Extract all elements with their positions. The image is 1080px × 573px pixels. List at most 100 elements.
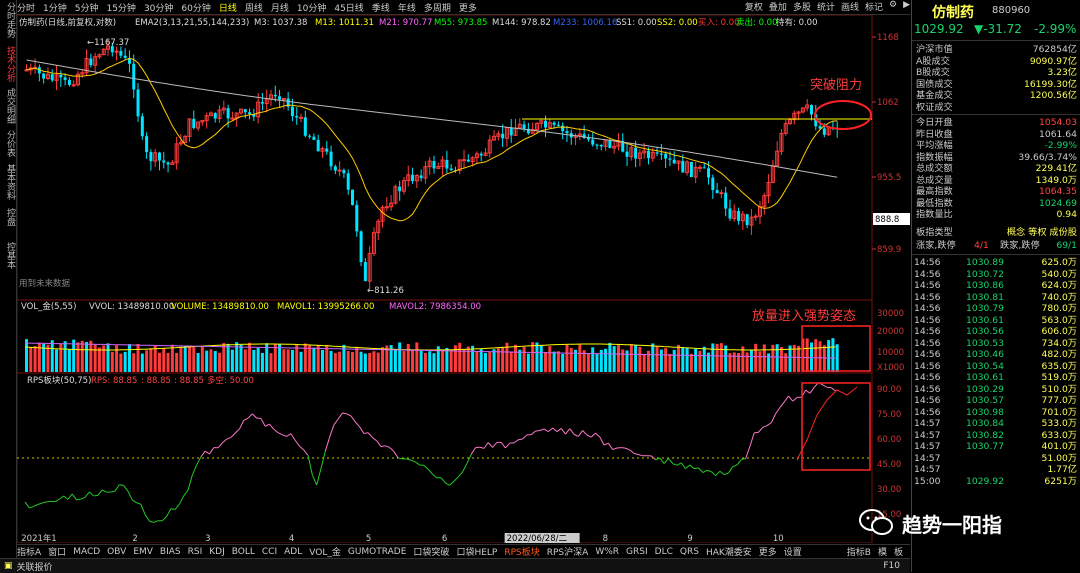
candle-body [342, 170, 345, 173]
stat-label: 权证成交 [916, 102, 953, 114]
left-tab[interactable]: 分价表 [1, 130, 15, 157]
left-tab[interactable]: 基本资料 [1, 164, 15, 200]
period-tab[interactable]: 多周期 [424, 1, 451, 14]
rps-segment [278, 433, 282, 435]
period-tab[interactable]: 更多 [459, 1, 477, 14]
volume-bar [514, 345, 517, 372]
stat-value: 0.94 [1057, 209, 1077, 221]
indicator-tab[interactable]: HAK潮委安 [706, 545, 752, 558]
rps-segment [167, 509, 171, 517]
indicator-tab[interactable]: 更多 [759, 545, 777, 558]
period-tab[interactable]: 周线 [245, 1, 263, 14]
candle-body [501, 134, 504, 138]
period-tab[interactable]: 45日线 [334, 1, 363, 14]
indicator-tab[interactable]: 板 [894, 545, 903, 558]
candle-body [698, 167, 701, 168]
indicator-tab[interactable]: RPS板块 [504, 545, 539, 558]
indicator-tab[interactable]: EMV [133, 547, 153, 557]
indicator-tab[interactable]: KDJ [209, 547, 225, 557]
tick-row: 14:571030.77401.0万 [912, 441, 1080, 453]
rps-y-tick: 90.00 [877, 385, 901, 395]
rps-segment [771, 414, 775, 423]
stock-code: 880960 [992, 5, 1030, 16]
period-tab[interactable]: 分时 [17, 1, 35, 14]
indicator-tab[interactable]: 模 [878, 545, 887, 558]
x-tick-label: 1 [51, 534, 56, 543]
indicator-tab[interactable]: 指标A [17, 545, 41, 558]
indicator-tab[interactable]: W%R [595, 547, 619, 557]
volume-bar [115, 345, 118, 372]
volume-bar [535, 342, 538, 372]
volume-bar [321, 350, 324, 372]
indicator-tab[interactable]: RSI [188, 547, 203, 557]
toolbar-action[interactable]: ⚙ [889, 0, 897, 13]
rps-segment [192, 465, 196, 475]
indicator-tab[interactable]: 口袋突破 [413, 545, 449, 558]
indicator-tab[interactable]: RPS沪深A [547, 545, 589, 558]
toolbar-action[interactable]: 画线 [841, 0, 859, 13]
kline-chart[interactable]: 仿制药(日线,前复权,对数)EMA2(3,13,21,55,144,233)M3… [17, 15, 910, 543]
indicator-tab[interactable]: 设置 [784, 545, 802, 558]
toolbar-action[interactable]: 多股 [793, 0, 811, 13]
x-tick-label: 4 [289, 534, 294, 543]
volume-bar [767, 353, 770, 372]
rps-segment [518, 439, 522, 440]
period-tab[interactable]: 月线 [271, 1, 289, 14]
volume-bar [467, 347, 470, 372]
left-tab[interactable]: 控盘 [1, 208, 15, 226]
volume-bar [638, 347, 641, 372]
period-tab[interactable]: 年线 [398, 1, 416, 14]
volume-bar [291, 350, 294, 372]
left-tab[interactable]: 成交明细 [1, 88, 15, 124]
candle-body [317, 140, 320, 151]
indicator-tab[interactable]: QRS [680, 547, 699, 557]
indicator-tab[interactable]: ADL [284, 547, 302, 557]
left-tab[interactable]: 技术分析 [1, 46, 15, 82]
indicator-tab[interactable]: MACD [73, 547, 100, 557]
indicator-tab[interactable]: VOL_金 [309, 545, 341, 558]
f10-button[interactable]: F10 [883, 561, 900, 571]
status-text[interactable]: 关联报价 [17, 560, 53, 573]
period-tab[interactable]: 60分钟 [181, 1, 210, 14]
period-tab[interactable]: 15分钟 [106, 1, 135, 14]
volume-bar [690, 354, 693, 372]
period-tab[interactable]: 5分钟 [75, 1, 99, 14]
indicator-tab[interactable]: DLC [655, 547, 673, 557]
indicator-tab[interactable]: 窗口 [48, 545, 66, 558]
period-tab[interactable]: 日线 [219, 1, 237, 14]
volume-bar [471, 346, 474, 372]
volume-bar [458, 343, 461, 372]
period-tab[interactable]: 季线 [372, 1, 390, 14]
period-tab[interactable]: 10分钟 [297, 1, 326, 14]
volume-bar [368, 353, 371, 372]
volume-bar [239, 345, 242, 372]
tick-row: 14:561030.56606.0万 [912, 326, 1080, 338]
toolbar-action[interactable]: 叠加 [769, 0, 787, 13]
indicator-tab[interactable]: 口袋HELP [456, 545, 497, 558]
indicator-tab[interactable]: CCI [262, 547, 277, 557]
left-tab[interactable]: 控基本 [1, 242, 15, 269]
period-tab[interactable]: 30分钟 [144, 1, 173, 14]
toolbar-action[interactable]: 标记 [865, 0, 883, 13]
indicator-tab[interactable]: GRSI [626, 547, 648, 557]
indicator-tab[interactable]: 指标B [847, 545, 871, 558]
period-tab[interactable]: 1分钟 [43, 1, 67, 14]
indicator-tab[interactable]: OBV [107, 547, 126, 557]
candle-body [608, 141, 611, 148]
tick-row: 14:561030.46482.0万 [912, 349, 1080, 361]
rps-segment [806, 390, 810, 393]
indicator-tab[interactable]: BOLL [232, 547, 255, 557]
toolbar-action[interactable]: 复权 [745, 0, 763, 13]
tick-time: 14:56 [914, 395, 940, 407]
indicator-tab[interactable]: BIAS [160, 547, 181, 557]
board-type-value[interactable]: 概念 等权 成份股 [1007, 227, 1077, 239]
toolbar-action[interactable]: 统计 [817, 0, 835, 13]
left-tab[interactable]: 分时走势 [1, 2, 15, 38]
stat-label: 最高指数 [916, 186, 953, 198]
vol-indicator: VOLUME: 13489810.00 [171, 302, 269, 312]
toolbar-action[interactable]: ▶ [903, 0, 910, 13]
indicator-tab[interactable]: GUMOTRADE [348, 547, 407, 557]
rps-segment [119, 485, 123, 486]
stat-row: 最低指数1024.69 [912, 198, 1080, 210]
candle-body [295, 116, 298, 117]
